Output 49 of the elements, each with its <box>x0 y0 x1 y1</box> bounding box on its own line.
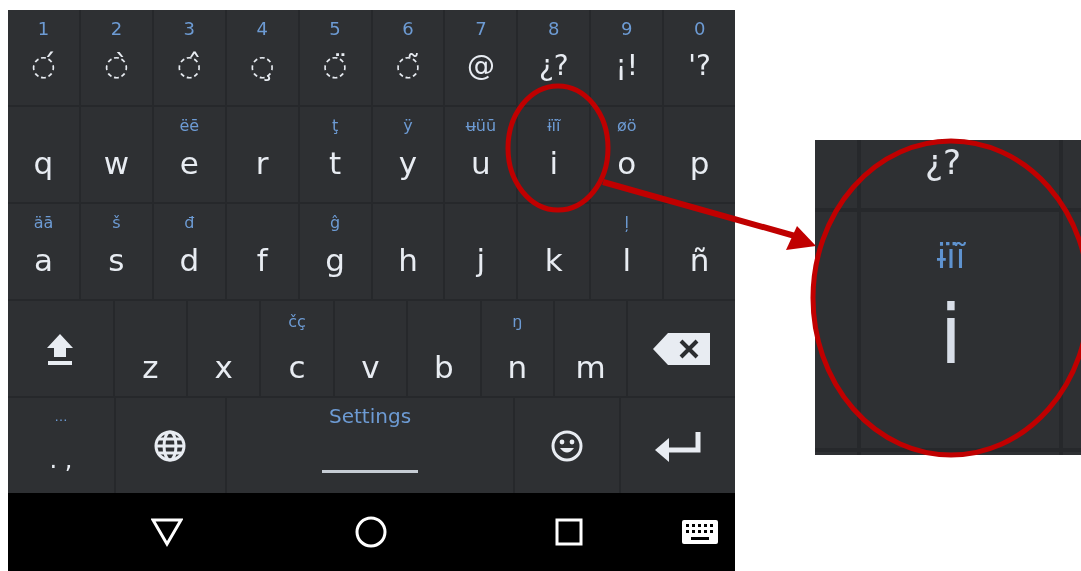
key[interactable]: z <box>114 301 187 396</box>
back-icon[interactable] <box>151 517 183 547</box>
key[interactable]: f <box>226 204 298 299</box>
key[interactable]: ţ t <box>299 107 371 202</box>
key[interactable]: 8 ¿? <box>518 10 590 105</box>
key[interactable]: 4 ◌̧ <box>226 10 298 105</box>
key[interactable]: ɨïĩ i <box>518 107 590 202</box>
key[interactable]: p <box>664 107 736 202</box>
key[interactable]: m <box>555 301 627 396</box>
keyboard-icon[interactable] <box>681 520 718 544</box>
key[interactable]: 2 ◌̀ <box>80 10 152 105</box>
key[interactable]: k <box>518 204 590 299</box>
key[interactable]: š s <box>80 204 152 299</box>
key[interactable]: q <box>8 107 79 202</box>
recents-icon[interactable] <box>555 518 583 546</box>
key[interactable]: ʉüū u <box>445 107 517 202</box>
key[interactable]: r <box>226 107 298 202</box>
key[interactable]: v <box>334 301 407 396</box>
key-hint: ɨïĩ <box>936 236 966 276</box>
key[interactable]: ĝ g <box>299 204 371 299</box>
key[interactable]: j <box>445 204 517 299</box>
key[interactable]: ëē e <box>153 107 225 202</box>
punctuation-key[interactable]: … . , <box>8 398 114 493</box>
key[interactable]: 7 @ <box>445 10 517 105</box>
key[interactable]: h <box>372 204 444 299</box>
key[interactable]: 9 ¡! <box>591 10 663 105</box>
key[interactable]: ļ l <box>591 204 663 299</box>
key[interactable]: 0 '? <box>664 10 736 105</box>
emoji-icon[interactable] <box>550 428 585 463</box>
home-icon[interactable] <box>354 515 388 549</box>
globe-icon[interactable] <box>153 428 188 463</box>
key[interactable]: ÿ y <box>372 107 444 202</box>
key[interactable]: 1 ◌́ <box>8 10 79 105</box>
enter-icon[interactable] <box>654 429 703 462</box>
key[interactable]: ŋ n <box>481 301 553 396</box>
key[interactable]: x <box>188 301 260 396</box>
key[interactable]: ñ <box>664 204 736 299</box>
key-label: ¿? <box>924 142 962 184</box>
key[interactable]: čç c <box>261 301 333 396</box>
key[interactable]: 6 ◌̃ <box>372 10 444 105</box>
key[interactable]: 5 ◌̈ <box>299 10 371 105</box>
space-key[interactable]: Settings <box>226 398 514 493</box>
backspace-icon[interactable] <box>651 331 712 366</box>
key[interactable]: b <box>408 301 480 396</box>
key[interactable]: đ d <box>153 204 225 299</box>
key[interactable]: 3 ◌̂ <box>153 10 225 105</box>
key[interactable]: w <box>80 107 152 202</box>
key[interactable]: äā a <box>8 204 79 299</box>
key-label: i <box>939 290 963 380</box>
